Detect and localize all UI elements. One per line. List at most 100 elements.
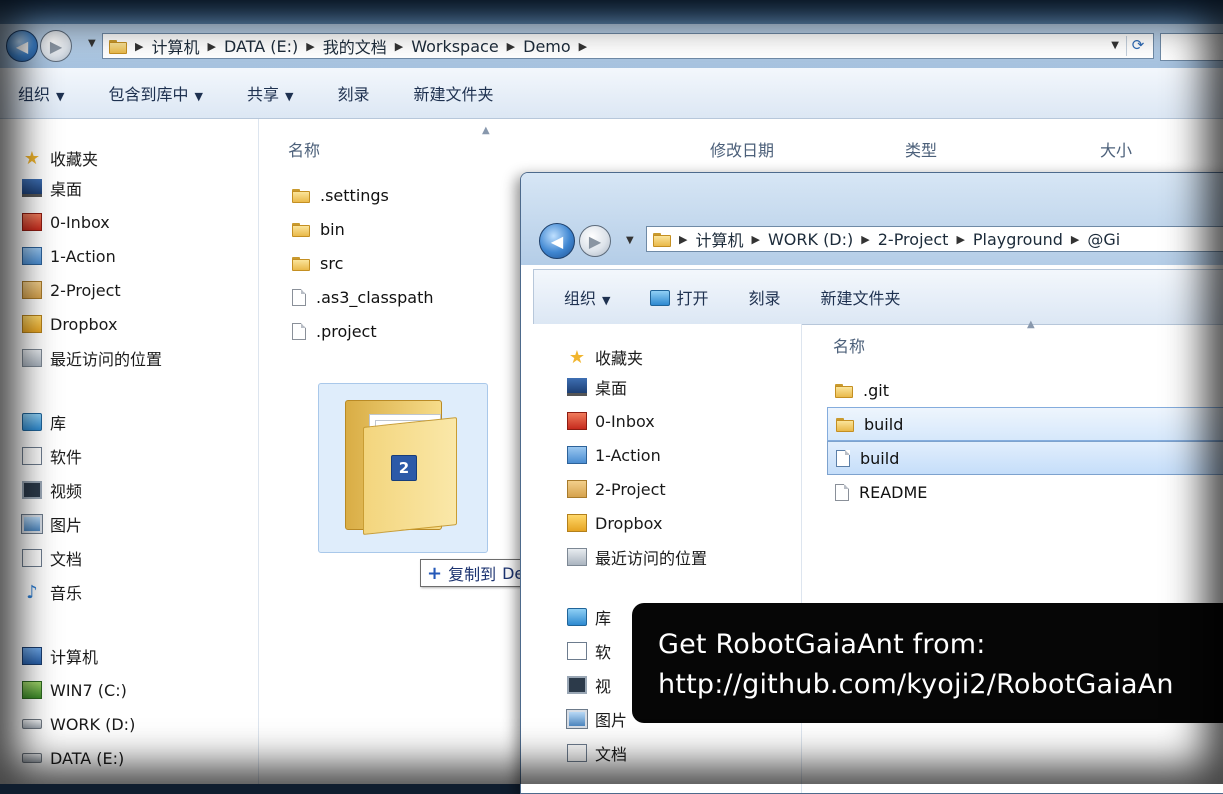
star-icon: ★: [568, 346, 586, 368]
nav-favorites[interactable]: ★ 收藏夹: [22, 141, 162, 175]
computer-icon: [22, 647, 42, 665]
list-item[interactable]: src: [292, 246, 434, 280]
file-list: .settings bin src .as3_classpath .projec…: [292, 178, 434, 348]
breadcrumb-more[interactable]: ▶: [571, 40, 595, 53]
dropbox-icon: [567, 514, 587, 532]
address-history-dropdown-icon[interactable]: ▼: [1111, 40, 1119, 51]
recent-pages-dropdown-icon[interactable]: ▼: [626, 235, 634, 246]
desktop-icon: [22, 179, 42, 197]
nav-videos[interactable]: 视频: [22, 473, 162, 507]
nav-documents[interactable]: 文档: [22, 541, 162, 575]
new-folder-button[interactable]: 新建文件夹: [821, 285, 901, 309]
burn-button[interactable]: 刻录: [337, 81, 369, 105]
sort-ascending-icon: ▲: [482, 125, 490, 136]
address-bar[interactable]: ▶ 计算机 ▶ DATA (E:) ▶ 我的文档 ▶ Workspace ▶ Demo ▶…: [102, 33, 1154, 59]
overlay-link[interactable]: http://github.com/kyoji2/RobotGaiaAn: [658, 665, 1223, 705]
navigation-bar: ◀ ▶ ▼ ▶ 计算机 ▶ DATA (E:) ▶ 我的文档 ▶ Workspace ▶…: [0, 24, 1223, 68]
breadcrumb-computer[interactable]: ▶ 计算机: [671, 227, 743, 251]
nav-drive-d[interactable]: WORK (D:): [22, 707, 162, 741]
breadcrumb-playground[interactable]: ▶ Playground: [948, 230, 1062, 249]
address-bar[interactable]: ▶ 计算机 ▶ WORK (D:) ▶ 2-Project ▶ Playground ▶…: [646, 226, 1223, 252]
navigation-pane: ★ 收藏夹 桌面 0-Inbox 1-Action 2-Project Dropb…: [0, 119, 259, 784]
nav-recent-places[interactable]: 最近访问的位置: [567, 540, 707, 574]
video-library-icon: [22, 481, 42, 499]
open-button[interactable]: 打开: [650, 285, 709, 309]
column-header-name[interactable]: 名称: [288, 137, 320, 161]
software-library-icon: [22, 447, 42, 465]
breadcrumb-workspace[interactable]: ▶ Workspace: [387, 37, 499, 56]
nav-software[interactable]: 软件: [22, 439, 162, 473]
nav-recent-places[interactable]: 最近访问的位置: [22, 341, 162, 375]
burn-button[interactable]: 刻录: [749, 285, 781, 309]
nav-2-project[interactable]: 2-Project: [567, 472, 707, 506]
forward-button[interactable]: ▶: [579, 225, 611, 257]
refresh-icon[interactable]: ⟳: [1126, 36, 1149, 56]
list-item[interactable]: bin: [292, 212, 434, 246]
nav-computer[interactable]: 计算机: [22, 639, 162, 673]
nav-2-project[interactable]: 2-Project: [22, 273, 162, 307]
share-menu[interactable]: 共享 ▼: [247, 81, 293, 105]
breadcrumb-work-drive[interactable]: ▶ WORK (D:): [743, 230, 853, 249]
list-item[interactable]: .settings: [292, 178, 434, 212]
nav-drive-c[interactable]: WIN7 (C:): [22, 673, 162, 707]
nav-music[interactable]: ♪ 音乐: [22, 575, 162, 609]
star-icon: ★: [23, 147, 41, 169]
search-input[interactable]: [1160, 33, 1223, 61]
nav-desktop[interactable]: 桌面: [567, 370, 707, 404]
include-in-library-menu[interactable]: 包含到库中 ▼: [108, 81, 202, 105]
inbox-folder-icon: [22, 213, 42, 231]
nav-documents[interactable]: 文档: [567, 736, 707, 770]
nav-dropbox[interactable]: Dropbox: [22, 307, 162, 341]
forward-button[interactable]: ▶: [40, 30, 72, 62]
breadcrumb-demo[interactable]: ▶ Demo: [499, 37, 571, 56]
action-folder-icon: [567, 446, 587, 464]
nav-dropbox[interactable]: Dropbox: [567, 506, 707, 540]
column-header-name[interactable]: 名称: [833, 333, 865, 357]
plus-icon: +: [427, 562, 443, 584]
nav-1-action[interactable]: 1-Action: [567, 438, 707, 472]
breadcrumb-my-documents[interactable]: ▶ 我的文档: [298, 34, 386, 58]
breadcrumb-computer[interactable]: ▶ 计算机: [127, 34, 199, 58]
nav-favorites[interactable]: ★ 收藏夹: [567, 340, 707, 374]
overlay-line-1: Get RobotGaiaAnt from:: [658, 629, 986, 660]
back-button[interactable]: ◀: [6, 30, 38, 62]
list-item[interactable]: .as3_classpath: [292, 280, 434, 314]
nav-1-action[interactable]: 1-Action: [22, 239, 162, 273]
list-item[interactable]: .project: [292, 314, 434, 348]
nav-0-inbox[interactable]: 0-Inbox: [22, 205, 162, 239]
column-header-type[interactable]: 类型: [905, 137, 937, 161]
file-icon: [835, 483, 849, 501]
recent-pages-dropdown-icon[interactable]: ▼: [88, 38, 96, 49]
nav-pictures[interactable]: 图片: [21, 507, 162, 541]
column-header-modified[interactable]: 修改日期: [710, 137, 774, 161]
folder-icon: [836, 416, 854, 432]
nav-drive-e[interactable]: DATA (E:): [22, 741, 162, 775]
file-icon: [292, 322, 306, 340]
organize-menu[interactable]: 组织 ▼: [564, 285, 610, 309]
list-item[interactable]: .git: [827, 373, 1223, 407]
list-item[interactable]: README: [827, 475, 1223, 509]
breadcrumb-data-drive[interactable]: ▶ DATA (E:): [199, 37, 298, 56]
nav-tree: ★ 收藏夹 桌面 0-Inbox 1-Action 2-Project Dropb…: [21, 141, 162, 775]
column-header-size[interactable]: 大小: [1100, 137, 1132, 161]
nav-desktop[interactable]: 桌面: [22, 171, 162, 205]
info-overlay: Get RobotGaiaAnt from: http://github.com…: [632, 603, 1223, 723]
library-icon: [22, 413, 42, 431]
organize-menu[interactable]: 组织 ▼: [18, 81, 64, 105]
list-item[interactable]: build: [827, 441, 1223, 475]
command-bar: 组织 ▼ 包含到库中 ▼ 共享 ▼ 刻录 新建文件夹: [0, 68, 1223, 119]
text-file-icon: [836, 449, 850, 467]
nav-0-inbox[interactable]: 0-Inbox: [567, 404, 707, 438]
breadcrumb-2-project[interactable]: ▶ 2-Project: [853, 230, 948, 249]
list-item[interactable]: build: [827, 407, 1223, 441]
nav-libraries[interactable]: 库: [22, 405, 162, 439]
back-button[interactable]: ◀: [539, 223, 575, 259]
new-folder-button[interactable]: 新建文件夹: [413, 81, 493, 105]
folder-icon: [292, 255, 310, 271]
folder-icon: [292, 221, 310, 237]
open-library-icon: [650, 290, 671, 306]
chevron-down-icon: ▼: [284, 90, 294, 103]
music-note-icon: ♪: [26, 581, 38, 603]
breadcrumb-current[interactable]: ▶ @Gi: [1063, 230, 1120, 249]
system-drive-icon: [22, 681, 42, 699]
